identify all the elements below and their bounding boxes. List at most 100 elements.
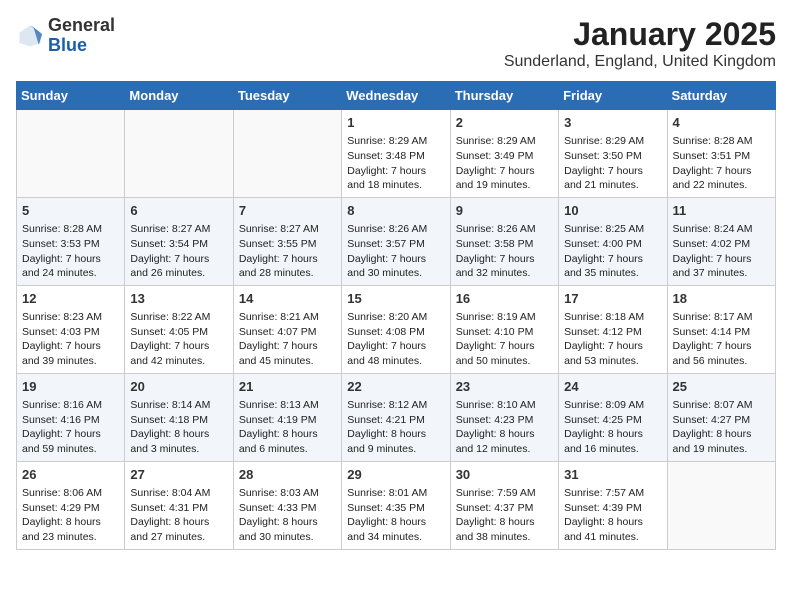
day-info: Sunrise: 8:27 AM Sunset: 3:55 PM Dayligh… xyxy=(239,222,336,281)
day-info: Sunrise: 8:04 AM Sunset: 4:31 PM Dayligh… xyxy=(130,486,227,545)
table-row: 24Sunrise: 8:09 AM Sunset: 4:25 PM Dayli… xyxy=(559,373,667,461)
table-row: 22Sunrise: 8:12 AM Sunset: 4:21 PM Dayli… xyxy=(342,373,450,461)
day-info: Sunrise: 8:19 AM Sunset: 4:10 PM Dayligh… xyxy=(456,310,553,369)
day-number: 5 xyxy=(22,202,119,220)
table-row: 25 Sunrise: 8:07 AM Sunset: 4:27 PM Dayli… xyxy=(667,373,775,461)
day-info: Sunrise: 8:01 AM Sunset: 4:35 PM Dayligh… xyxy=(347,486,444,545)
day-number: 12 xyxy=(22,290,119,308)
page-header: General Blue January 2025 Sunderland, En… xyxy=(16,16,776,71)
table-row: 28 Sunrise: 8:03 AM Sunset: 4:33 PM Dayli… xyxy=(233,461,341,549)
table-row: 20 Sunrise: 8:14 AM Sunset: 4:18 PM Dayli… xyxy=(125,373,233,461)
table-row: 1 Sunrise: 8:29 AM Sunset: 3:48 PM Daylig… xyxy=(342,110,450,198)
header-thursday: Thursday xyxy=(450,82,558,110)
day-info: Sunrise: 7:59 AM Sunset: 4:37 PM Dayligh… xyxy=(456,486,553,545)
header-tuesday: Tuesday xyxy=(233,82,341,110)
logo-blue-text: Blue xyxy=(48,36,115,56)
day-number: 26 xyxy=(22,466,119,484)
header-monday: Monday xyxy=(125,82,233,110)
day-number: 24 xyxy=(564,378,661,396)
table-row: 17 Sunrise: 8:18 AM Sunset: 4:12 PM Dayli… xyxy=(559,285,667,373)
calendar-title: January 2025 xyxy=(504,16,776,53)
day-info: Sunrise: 7:57 AM Sunset: 4:39 PM Dayligh… xyxy=(564,486,661,545)
day-number: 15 xyxy=(347,290,444,308)
day-info: Sunrise: 8:13 AM Sunset: 4:19 PM Dayligh… xyxy=(239,398,336,457)
day-info: Sunrise: 8:17 AM Sunset: 4:14 PM Dayligh… xyxy=(673,310,770,369)
table-row: 26 Sunrise: 8:06 AM Sunset: 4:29 PM Dayli… xyxy=(17,461,125,549)
table-row xyxy=(125,110,233,198)
day-number: 21 xyxy=(239,378,336,396)
calendar-table: Sunday Monday Tuesday Wednesday Thursday… xyxy=(16,81,776,550)
table-row: 21 Sunrise: 8:13 AM Sunset: 4:19 PM Dayli… xyxy=(233,373,341,461)
day-number: 25 xyxy=(673,378,770,396)
day-info: Sunrise: 8:18 AM Sunset: 4:12 PM Dayligh… xyxy=(564,310,661,369)
day-number: 2 xyxy=(456,114,553,132)
table-row: 16 Sunrise: 8:19 AM Sunset: 4:10 PM Dayli… xyxy=(450,285,558,373)
day-number: 7 xyxy=(239,202,336,220)
day-number: 1 xyxy=(347,114,444,132)
day-number: 8 xyxy=(347,202,444,220)
table-row: 11Sunrise: 8:24 AM Sunset: 4:02 PM Dayli… xyxy=(667,197,775,285)
table-row: 27 Sunrise: 8:04 AM Sunset: 4:31 PM Dayli… xyxy=(125,461,233,549)
table-row: 30 Sunrise: 7:59 AM Sunset: 4:37 PM Dayli… xyxy=(450,461,558,549)
table-row: 15 Sunrise: 8:20 AM Sunset: 4:08 PM Dayli… xyxy=(342,285,450,373)
day-number: 3 xyxy=(564,114,661,132)
table-row: 8 Sunrise: 8:26 AM Sunset: 3:57 PM Daylig… xyxy=(342,197,450,285)
logo-icon xyxy=(16,22,44,50)
table-row: 10Sunrise: 8:25 AM Sunset: 4:00 PM Dayli… xyxy=(559,197,667,285)
day-number: 14 xyxy=(239,290,336,308)
day-number: 10 xyxy=(564,202,661,220)
table-row: 23 Sunrise: 8:10 AM Sunset: 4:23 PM Dayli… xyxy=(450,373,558,461)
day-info: Sunrise: 8:10 AM Sunset: 4:23 PM Dayligh… xyxy=(456,398,553,457)
day-number: 30 xyxy=(456,466,553,484)
day-info: Sunrise: 8:26 AM Sunset: 3:57 PM Dayligh… xyxy=(347,222,444,281)
day-number: 17 xyxy=(564,290,661,308)
day-number: 18 xyxy=(673,290,770,308)
table-row: 9Sunrise: 8:26 AM Sunset: 3:58 PM Daylig… xyxy=(450,197,558,285)
day-number: 19 xyxy=(22,378,119,396)
day-info: Sunrise: 8:16 AM Sunset: 4:16 PM Dayligh… xyxy=(22,398,119,457)
day-number: 13 xyxy=(130,290,227,308)
day-info: Sunrise: 8:22 AM Sunset: 4:05 PM Dayligh… xyxy=(130,310,227,369)
header-saturday: Saturday xyxy=(667,82,775,110)
day-info: Sunrise: 8:21 AM Sunset: 4:07 PM Dayligh… xyxy=(239,310,336,369)
table-row: 18 Sunrise: 8:17 AM Sunset: 4:14 PM Dayli… xyxy=(667,285,775,373)
logo-general-text: General xyxy=(48,16,115,36)
table-row: 31 Sunrise: 7:57 AM Sunset: 4:39 PM Dayli… xyxy=(559,461,667,549)
day-number: 31 xyxy=(564,466,661,484)
calendar-body: 1 Sunrise: 8:29 AM Sunset: 3:48 PM Daylig… xyxy=(17,110,776,550)
table-row xyxy=(17,110,125,198)
day-info: Sunrise: 8:03 AM Sunset: 4:33 PM Dayligh… xyxy=(239,486,336,545)
table-row: 13 Sunrise: 8:22 AM Sunset: 4:05 PM Dayli… xyxy=(125,285,233,373)
day-info: Sunrise: 8:06 AM Sunset: 4:29 PM Dayligh… xyxy=(22,486,119,545)
day-number: 22 xyxy=(347,378,444,396)
day-info: Sunrise: 8:28 AM Sunset: 3:51 PM Dayligh… xyxy=(673,134,770,193)
day-number: 20 xyxy=(130,378,227,396)
day-info: Sunrise: 8:24 AM Sunset: 4:02 PM Dayligh… xyxy=(673,222,770,281)
table-row: 29 Sunrise: 8:01 AM Sunset: 4:35 PM Dayli… xyxy=(342,461,450,549)
day-number: 23 xyxy=(456,378,553,396)
day-number: 16 xyxy=(456,290,553,308)
table-row: 7 Sunrise: 8:27 AM Sunset: 3:55 PM Daylig… xyxy=(233,197,341,285)
table-row: 3Sunrise: 8:29 AM Sunset: 3:50 PM Daylig… xyxy=(559,110,667,198)
day-info: Sunrise: 8:14 AM Sunset: 4:18 PM Dayligh… xyxy=(130,398,227,457)
day-info: Sunrise: 8:29 AM Sunset: 3:48 PM Dayligh… xyxy=(347,134,444,193)
title-block: January 2025 Sunderland, England, United… xyxy=(504,16,776,71)
day-number: 29 xyxy=(347,466,444,484)
day-number: 4 xyxy=(673,114,770,132)
day-info: Sunrise: 8:07 AM Sunset: 4:27 PM Dayligh… xyxy=(673,398,770,457)
table-row xyxy=(233,110,341,198)
table-row: 2Sunrise: 8:29 AM Sunset: 3:49 PM Daylig… xyxy=(450,110,558,198)
day-info: Sunrise: 8:26 AM Sunset: 3:58 PM Dayligh… xyxy=(456,222,553,281)
day-number: 27 xyxy=(130,466,227,484)
calendar-subtitle: Sunderland, England, United Kingdom xyxy=(504,53,776,71)
table-row: 14 Sunrise: 8:21 AM Sunset: 4:07 PM Dayli… xyxy=(233,285,341,373)
header-friday: Friday xyxy=(559,82,667,110)
day-info: Sunrise: 8:20 AM Sunset: 4:08 PM Dayligh… xyxy=(347,310,444,369)
day-number: 28 xyxy=(239,466,336,484)
table-row: 12 Sunrise: 8:23 AM Sunset: 4:03 PM Dayli… xyxy=(17,285,125,373)
day-number: 6 xyxy=(130,202,227,220)
table-row: 6Sunrise: 8:27 AM Sunset: 3:54 PM Daylig… xyxy=(125,197,233,285)
day-info: Sunrise: 8:28 AM Sunset: 3:53 PM Dayligh… xyxy=(22,222,119,281)
day-info: Sunrise: 8:23 AM Sunset: 4:03 PM Dayligh… xyxy=(22,310,119,369)
table-row: 19 Sunrise: 8:16 AM Sunset: 4:16 PM Dayli… xyxy=(17,373,125,461)
